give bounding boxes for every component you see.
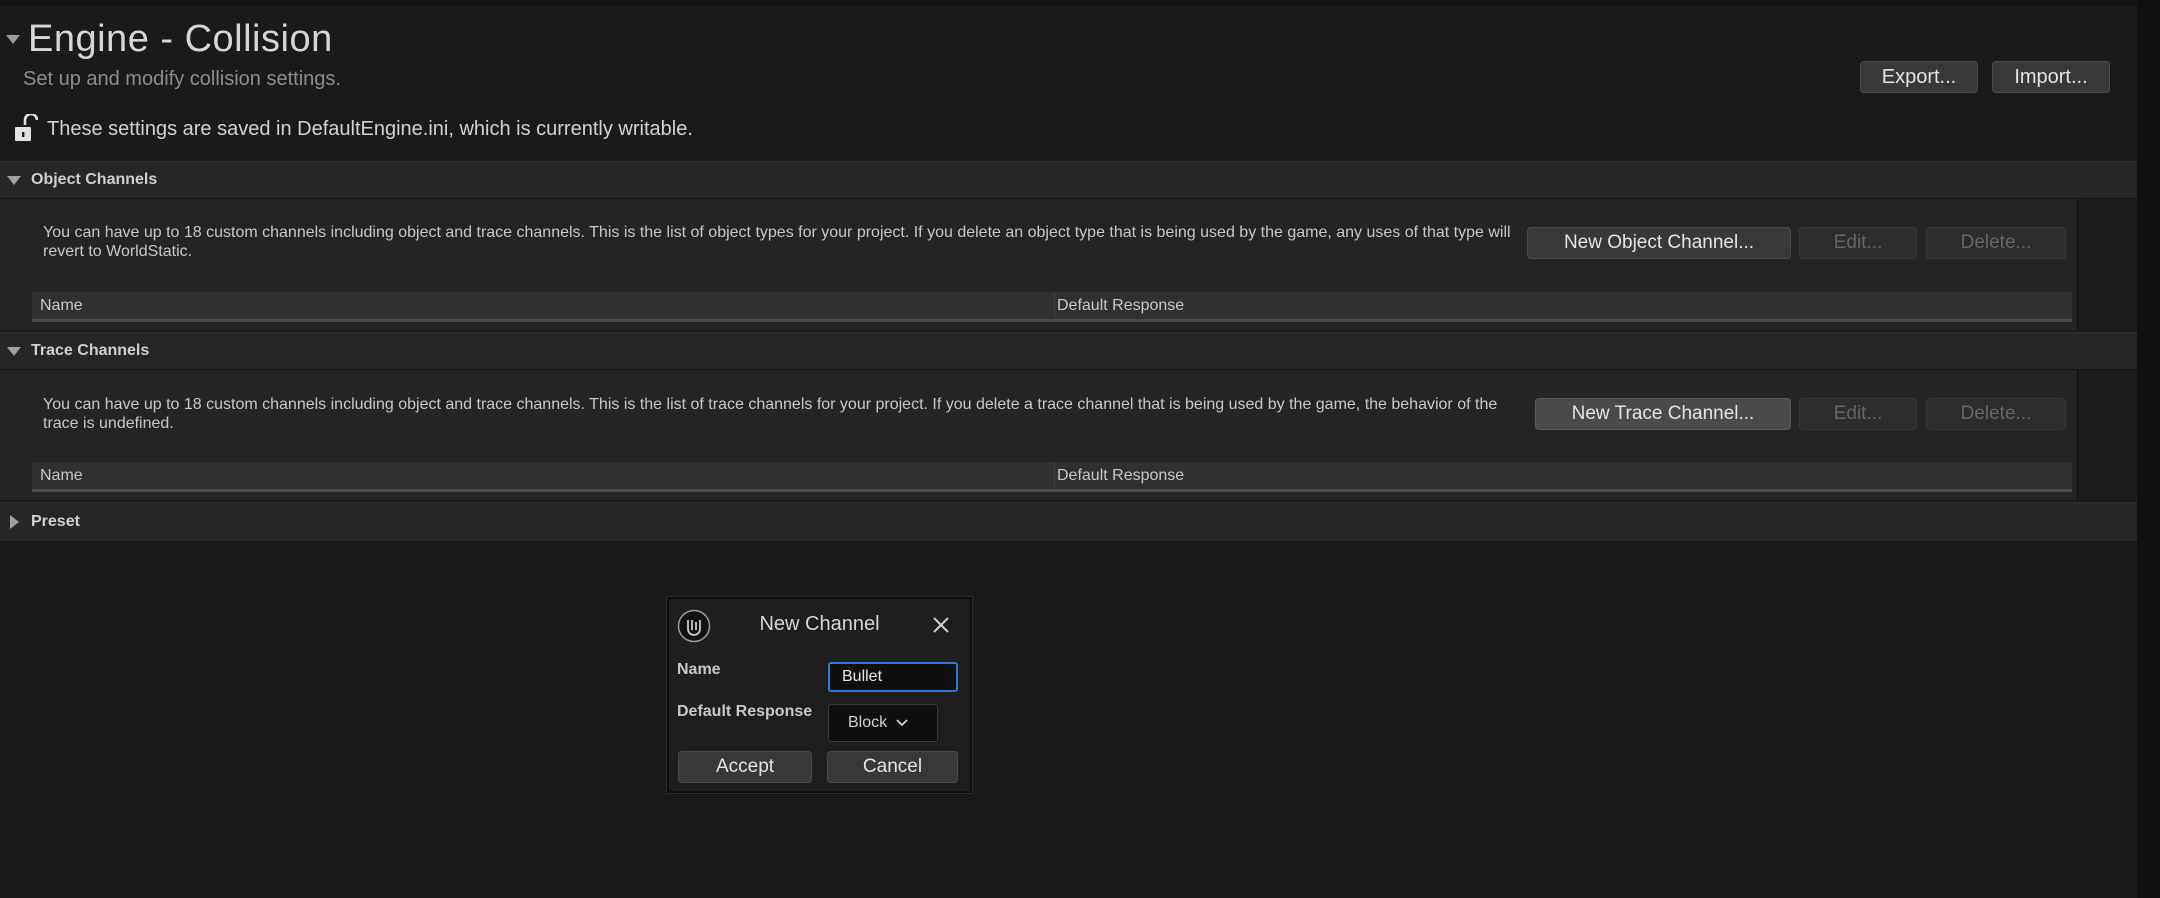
dialog-title: New Channel	[759, 613, 880, 635]
trace-channels-description: You can have up to 18 custom channels in…	[43, 396, 1498, 432]
unlock-icon	[15, 114, 38, 141]
preset-header[interactable]: Preset	[0, 502, 2137, 542]
column-default-response[interactable]: Default Response	[1057, 467, 1184, 485]
column-name[interactable]: Name	[40, 467, 83, 485]
object-channels-title: Object Channels	[31, 171, 158, 188]
chevron-down-icon	[896, 719, 908, 727]
default-response-value: Block	[848, 714, 888, 731]
column-separator[interactable]	[1054, 462, 1055, 489]
trace-channels-scroll-area	[2077, 370, 2137, 500]
right-gutter	[2137, 0, 2160, 898]
delete-object-channel-button[interactable]: Delete...	[1926, 227, 2066, 259]
delete-trace-channel-button[interactable]: Delete...	[1926, 398, 2066, 430]
object-channels-scroll-area	[2077, 199, 2137, 330]
object-channels-table-header: Name Default Response	[32, 292, 2072, 322]
cancel-button[interactable]: Cancel	[827, 751, 958, 783]
save-notice-text: These settings are saved in DefaultEngin…	[47, 117, 693, 140]
default-response-label: Default Response	[677, 703, 813, 720]
edit-trace-channel-button[interactable]: Edit...	[1799, 398, 1917, 430]
column-separator[interactable]	[1054, 292, 1055, 319]
expand-arrow-icon[interactable]	[7, 175, 21, 185]
expand-arrow-icon[interactable]	[10, 515, 19, 529]
trace-channels-body: You can have up to 18 custom channels in…	[0, 370, 2077, 500]
accept-button[interactable]: Accept	[678, 751, 812, 783]
edit-object-channel-button[interactable]: Edit...	[1799, 227, 1917, 259]
trace-channels-title: Trace Channels	[31, 342, 150, 359]
expand-arrow-icon[interactable]	[7, 346, 21, 356]
new-object-channel-button[interactable]: New Object Channel...	[1527, 227, 1791, 259]
object-channels-description: You can have up to 18 custom channels in…	[43, 224, 1511, 260]
preset-title: Preset	[31, 513, 80, 530]
column-default-response[interactable]: Default Response	[1057, 297, 1184, 315]
top-strip	[0, 0, 2137, 6]
default-response-dropdown[interactable]: Block	[828, 704, 938, 742]
channel-name-input[interactable]	[828, 662, 958, 692]
collapse-arrow-icon[interactable]	[6, 34, 20, 44]
column-name[interactable]: Name	[40, 297, 83, 315]
object-channels-header[interactable]: Object Channels	[0, 161, 2137, 199]
new-trace-channel-button[interactable]: New Trace Channel...	[1535, 398, 1791, 430]
page-subtitle: Set up and modify collision settings.	[23, 68, 341, 90]
object-channels-body: You can have up to 18 custom channels in…	[0, 199, 2077, 330]
close-icon[interactable]	[929, 613, 953, 637]
config-file-notice: These settings are saved in DefaultEngin…	[12, 114, 693, 144]
trace-channels-table-header: Name Default Response	[32, 462, 2072, 492]
import-button[interactable]: Import...	[1992, 61, 2110, 93]
export-button[interactable]: Export...	[1860, 61, 1978, 93]
page-title: Engine - Collision	[28, 17, 333, 60]
trace-channels-header[interactable]: Trace Channels	[0, 332, 2137, 370]
collision-settings-panel: Engine - Collision Set up and modify col…	[0, 0, 2137, 898]
new-channel-dialog: New Channel Name Default Response Block …	[667, 597, 972, 793]
title-row[interactable]: Engine - Collision	[0, 14, 333, 64]
name-label: Name	[677, 661, 721, 678]
